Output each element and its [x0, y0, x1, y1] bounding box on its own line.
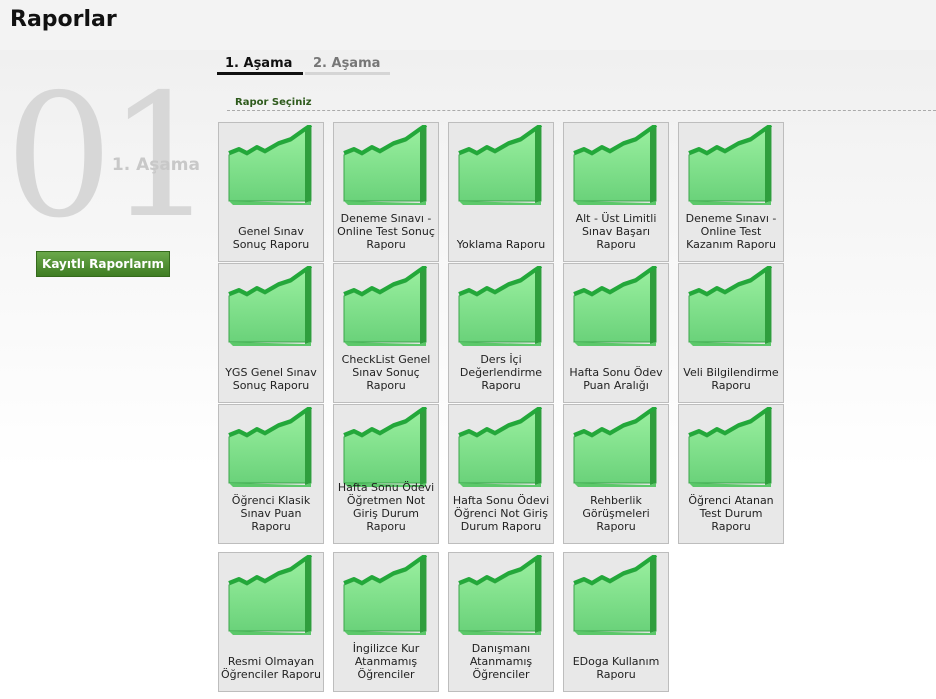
page-header: Raporlar	[0, 0, 936, 50]
report-card[interactable]: Deneme Sınavı - Online Test Kazanım Rapo…	[678, 122, 784, 262]
report-card[interactable]: Öğrenci Atanan Test Durum Raporu	[678, 404, 784, 544]
chart-icon	[573, 407, 658, 487]
report-label: YGS Genel Sınav Sonuç Raporu	[225, 366, 317, 392]
chart-icon	[343, 266, 428, 346]
step-label: 1. Aşama	[111, 155, 200, 175]
tab-step-1[interactable]: 1. Aşama	[217, 54, 303, 75]
report-label: Alt - Üst Limitli Sınav Başarı Raporu	[575, 212, 657, 251]
report-card[interactable]: İngilizce Kur Atanmamış Öğrenciler	[333, 552, 439, 692]
chart-icon	[458, 555, 543, 635]
chart-icon	[228, 125, 313, 205]
report-label: Deneme Sınavı - Online Test Sonuç Raporu	[337, 212, 435, 251]
chart-icon	[573, 266, 658, 346]
saved-reports-button[interactable]: Kayıtlı Raporlarım	[36, 251, 170, 277]
report-label: Öğrenci Atanan Test Durum Raporu	[688, 494, 774, 533]
chart-icon	[228, 266, 313, 346]
report-card[interactable]: Resmi Olmayan Öğrenciler Raporu	[218, 552, 324, 692]
report-card[interactable]: Ders İçi Değerlendirme Raporu	[448, 263, 554, 403]
report-card[interactable]: Hafta Sonu Ödev Puan Aralığı	[563, 263, 669, 403]
report-label: Hafta Sonu Ödevi Öğretmen Not Giriş Duru…	[337, 481, 435, 533]
report-label: Hafta Sonu Ödev Puan Aralığı	[569, 366, 663, 392]
chart-icon	[688, 407, 773, 487]
chart-icon	[458, 266, 543, 346]
chart-icon	[458, 407, 543, 487]
report-label: Genel Sınav Sonuç Raporu	[232, 225, 310, 251]
report-card[interactable]: Deneme Sınavı - Online Test Sonuç Raporu	[333, 122, 439, 262]
report-label: EDoga Kullanım Raporu	[572, 655, 660, 681]
chart-icon	[343, 407, 428, 487]
report-card[interactable]: Veli Bilgilendirme Raporu	[678, 263, 784, 403]
chart-icon	[688, 125, 773, 205]
report-label: Danışmanı Atanmamış Öğrenciler	[469, 642, 533, 681]
chart-icon	[573, 125, 658, 205]
report-card[interactable]: YGS Genel Sınav Sonuç Raporu	[218, 263, 324, 403]
page-title: Raporlar	[10, 7, 117, 32]
report-label: Deneme Sınavı - Online Test Kazanım Rapo…	[685, 212, 777, 251]
report-card[interactable]: Rehberlik Görüşmeleri Raporu	[563, 404, 669, 544]
report-label: CheckList Genel Sınav Sonuç Raporu	[341, 353, 431, 392]
chart-icon	[458, 125, 543, 205]
report-label: Yoklama Raporu	[456, 238, 546, 251]
report-label: İngilizce Kur Atanmamış Öğrenciler	[352, 642, 420, 681]
section-divider	[227, 110, 936, 111]
report-card[interactable]: Alt - Üst Limitli Sınav Başarı Raporu	[563, 122, 669, 262]
chart-icon	[573, 555, 658, 635]
report-card[interactable]: Hafta Sonu Ödevi Öğrenci Not Giriş Durum…	[448, 404, 554, 544]
report-card[interactable]: Hafta Sonu Ödevi Öğretmen Not Giriş Duru…	[333, 404, 439, 544]
report-card[interactable]: Danışmanı Atanmamış Öğrenciler	[448, 552, 554, 692]
report-label: Hafta Sonu Ödevi Öğrenci Not Giriş Durum…	[452, 494, 550, 533]
chart-icon	[343, 125, 428, 205]
report-card[interactable]: Genel Sınav Sonuç Raporu	[218, 122, 324, 262]
report-card[interactable]: Öğrenci Klasik Sınav Puan Raporu	[218, 404, 324, 544]
report-card[interactable]: CheckList Genel Sınav Sonuç Raporu	[333, 263, 439, 403]
report-label: Veli Bilgilendirme Raporu	[683, 366, 779, 392]
chart-icon	[343, 555, 428, 635]
report-card[interactable]: EDoga Kullanım Raporu	[563, 552, 669, 692]
section-label: Rapor Seçiniz	[235, 97, 312, 108]
report-card[interactable]: Yoklama Raporu	[448, 122, 554, 262]
report-label: Öğrenci Klasik Sınav Puan Raporu	[231, 494, 311, 533]
report-label: Rehberlik Görüşmeleri Raporu	[582, 494, 650, 533]
report-label: Resmi Olmayan Öğrenciler Raporu	[221, 655, 321, 681]
report-label: Ders İçi Değerlendirme Raporu	[459, 353, 543, 392]
chart-icon	[228, 407, 313, 487]
chart-icon	[688, 266, 773, 346]
chart-icon	[228, 555, 313, 635]
tab-step-2[interactable]: 2. Aşama	[305, 54, 390, 75]
